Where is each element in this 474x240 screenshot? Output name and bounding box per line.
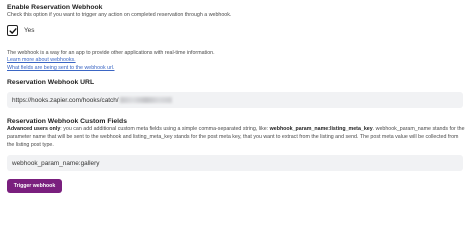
custom-fields-input[interactable]: webhook_param_name:gallery: [7, 155, 463, 172]
checkmark-icon: [8, 27, 17, 34]
advanced-users-label: Advanced users only: [7, 126, 61, 133]
custom-fields-value: webhook_param_name:gallery: [12, 159, 100, 167]
webhook-url-input[interactable]: https://hooks.zapier.com/hooks/catch/: [7, 92, 463, 109]
webhook-url-value: https://hooks.zapier.com/hooks/catch/: [12, 96, 119, 104]
webhook-settings-panel: Enable Reservation Webhook Check this op…: [7, 3, 467, 194]
custom-fields-help-part1: : you can add additional custom meta fie…: [60, 126, 270, 133]
enable-webhook-checkbox-label: Yes: [24, 27, 35, 35]
enable-webhook-help: Check this option if you want to trigger…: [7, 12, 232, 18]
learn-more-webhooks-link[interactable]: Learn more about webhooks.: [7, 57, 467, 65]
webhook-url-title: Reservation Webhook URL: [7, 79, 95, 87]
trigger-webhook-button[interactable]: Trigger webhook: [7, 179, 62, 194]
webhook-description-text: The webhook is a way for an app to provi…: [7, 49, 215, 56]
enable-webhook-title: Enable Reservation Webhook: [7, 4, 103, 11]
enable-webhook-checkbox[interactable]: [7, 25, 18, 37]
webhook-fields-link[interactable]: What fields are being sent to the webhoo…: [7, 65, 467, 73]
enable-webhook-option[interactable]: Yes: [7, 24, 467, 38]
redacted-url-blur: [119, 97, 172, 104]
custom-fields-help: Advanced users only: you can add additio…: [7, 126, 467, 149]
custom-fields-example: webhook_param_name:listing_meta_key: [269, 126, 373, 133]
webhook-description: The webhook is a way for an app to provi…: [7, 50, 467, 73]
custom-fields-title: Reservation Webhook Custom Fields: [7, 118, 127, 126]
